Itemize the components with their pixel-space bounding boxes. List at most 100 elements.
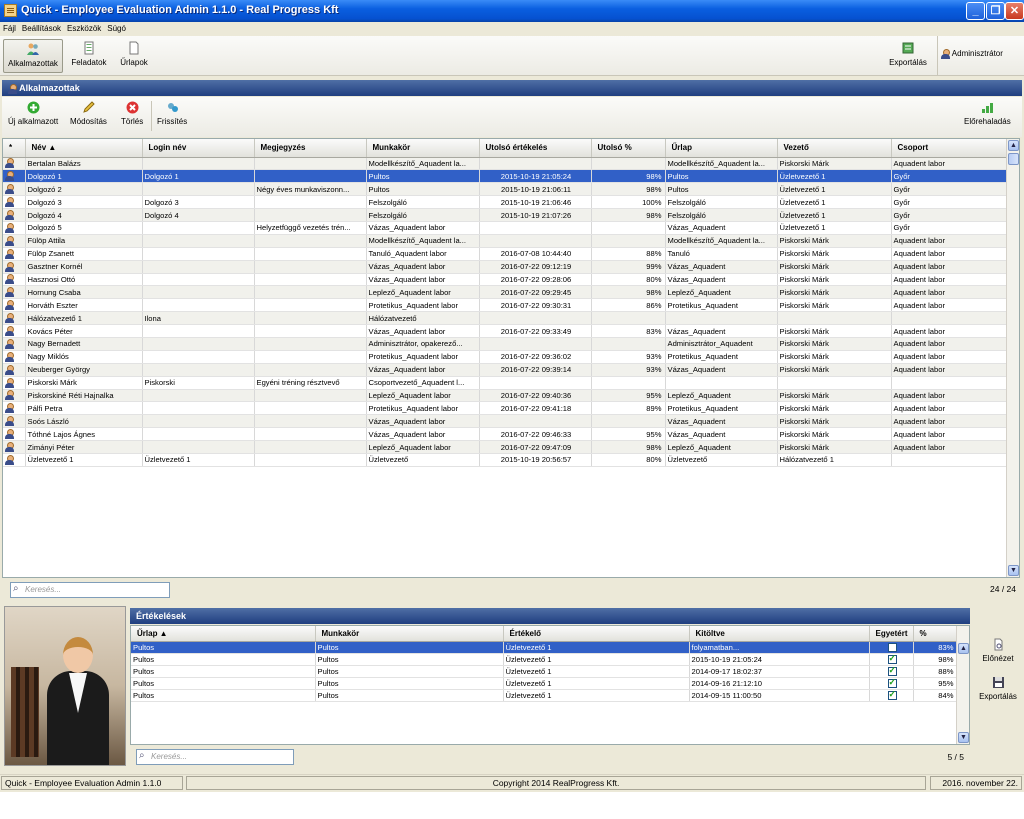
menu-settings[interactable]: Beállítások <box>19 22 64 36</box>
table-cell: 93% <box>591 350 666 364</box>
row-person-cell <box>3 414 26 429</box>
table-cell: Modellkészítő_Aquadent la... <box>366 157 480 171</box>
table-cell: Protetikus_Aquadent labor <box>366 401 480 416</box>
evaluations-col-header[interactable]: Munkakör <box>315 626 504 642</box>
delete-button[interactable]: Törlés <box>121 101 143 126</box>
table-row[interactable]: Pultos Pultos Üzletvezető 1 2014-09-15 11:0… <box>131 689 958 702</box>
table-row[interactable]: Hálózatvezető 1 Ilona Hálózatvezető <box>3 311 1008 326</box>
preview-button[interactable]: Előnézet <box>972 638 1024 663</box>
maximize-button[interactable]: ❐ <box>986 2 1005 20</box>
refresh-button[interactable]: Frissítés <box>157 101 187 126</box>
table-cell <box>254 337 367 351</box>
table-row[interactable]: Pultos Pultos Üzletvezető 1 2014-09-16 21:1… <box>131 677 958 690</box>
table-row[interactable]: Soós László Vázas_Aquadent labor Vázas_Aqu… <box>3 414 1008 429</box>
table-row[interactable]: Bertalan Balázs Modellkészítő_Aquadent la… <box>3 157 1008 171</box>
employees-col-header[interactable]: * <box>3 139 26 158</box>
menu-help[interactable]: Súgó <box>104 22 129 36</box>
tasks-button[interactable]: Feladatok <box>68 39 110 73</box>
employees-panel-header: Alkalmazottak <box>2 80 1022 96</box>
employees-col-header[interactable]: Vezető <box>777 139 892 158</box>
table-cell: Vázas_Aquadent labor <box>366 363 480 377</box>
table-row[interactable]: Piskorski Márk Piskorski Egyéni tréning ré… <box>3 376 1008 390</box>
table-cell: Vázas_Aquadent labor <box>366 427 480 442</box>
table-row[interactable]: Zimányi Péter Leplező_Aquadent labor 2016-… <box>3 440 1008 454</box>
evaluations-col-header[interactable]: Egyetért <box>869 626 914 642</box>
progress-button[interactable]: Előrehaladás <box>964 101 1011 126</box>
agree-checkbox[interactable] <box>887 642 897 652</box>
evaluations-col-header[interactable]: Kitöltve <box>689 626 870 642</box>
table-row[interactable]: Dolgozó 3 Dolgozó 3 Felszolgáló 2015-10-19 … <box>3 195 1008 210</box>
table-row[interactable]: Dolgozó 4 Dolgozó 4 Felszolgáló 2015-10-19 … <box>3 208 1008 222</box>
table-cell: 100% <box>591 195 666 210</box>
table-row[interactable]: Dolgozó 5 Helyzetfüggő vezetés trén... Váz… <box>3 221 1008 235</box>
table-row[interactable]: Nagy Bernadett Adminisztrátor, opakerező.… <box>3 337 1008 351</box>
export-button[interactable]: Exportálás <box>972 676 1024 701</box>
person-icon <box>5 197 14 208</box>
close-button[interactable]: ✕ <box>1005 2 1024 20</box>
table-row[interactable]: Pultos Pultos Üzletvezető 1 2015-10-19 21:0… <box>131 653 958 666</box>
row-person-cell <box>3 285 26 300</box>
table-row[interactable]: Fülöp Attila Modellkészítő_Aquadent la...… <box>3 234 1008 248</box>
eval-scroll-down-icon[interactable]: ▼ <box>958 732 969 743</box>
scroll-up-icon[interactable]: ▲ <box>1008 140 1019 151</box>
employees-col-header[interactable]: Utolsó értékelés <box>479 139 592 158</box>
table-row[interactable]: Fülöp Zsanett Tanuló_Aquadent labor 2016-0… <box>3 247 1008 261</box>
row-person-cell <box>3 182 26 197</box>
employees-col-header[interactable]: Űrlap <box>665 139 778 158</box>
table-row[interactable]: Pálfi Petra Protetikus_Aquadent labor 2016… <box>3 401 1008 416</box>
employees-scrollbar[interactable]: ▲ ▼ <box>1006 139 1019 577</box>
new-employee-button[interactable]: Új alkalmazott <box>8 101 58 126</box>
agree-checkbox[interactable] <box>887 653 897 664</box>
menu-file[interactable]: Fájl <box>0 22 19 36</box>
person-icon <box>5 338 14 349</box>
table-row[interactable]: Pultos Pultos Üzletvezető 1 folyamatban... 8… <box>131 641 958 654</box>
person-icon <box>5 351 14 362</box>
table-row[interactable]: Dolgozó 2 Négy éves munkaviszonn... Pultos… <box>3 182 1008 197</box>
employees-button[interactable]: Alkalmazottak <box>3 39 63 73</box>
scroll-down-icon[interactable]: ▼ <box>1008 565 1019 576</box>
table-cell: 2014-09-16 21:12:10 <box>689 677 870 690</box>
employees-col-header[interactable]: Utolsó % <box>591 139 666 158</box>
table-row[interactable]: Pultos Pultos Üzletvezető 1 2014-09-17 18:0… <box>131 665 958 678</box>
evaluations-col-header[interactable]: % <box>913 626 958 642</box>
evaluations-col-header[interactable]: Értékelő <box>503 626 690 642</box>
table-row[interactable]: Gasztner Kornél Vázas_Aquadent labor 2016-… <box>3 260 1008 274</box>
evaluations-search-input[interactable]: Keresés... <box>136 749 294 765</box>
table-row[interactable]: Dolgozó 1 Dolgozó 1 Pultos 2015-10-19 21:05… <box>3 169 1008 184</box>
table-cell <box>665 376 778 390</box>
employees-search-input[interactable]: Keresés... <box>10 582 170 598</box>
employees-col-header[interactable]: Login név <box>142 139 255 158</box>
employees-col-header[interactable]: Munkakör <box>366 139 480 158</box>
table-cell: Neuberger György <box>25 363 143 377</box>
table-cell: 98% <box>591 169 666 184</box>
table-row[interactable]: Piskorskiné Réti Hajnalka Leplező_Aquaden… <box>3 389 1008 403</box>
employees-col-header[interactable]: Megjegyzés <box>254 139 367 158</box>
agree-checkbox[interactable] <box>887 677 897 688</box>
forms-button[interactable]: Űrlapok <box>116 39 152 73</box>
admin-user[interactable]: Adminisztrátor <box>941 49 1003 59</box>
table-row[interactable]: Hornung Csaba Leplező_Aquadent labor 2016-… <box>3 285 1008 300</box>
table-row[interactable]: Neuberger György Vázas_Aquadent labor 2016… <box>3 363 1008 377</box>
scroll-thumb[interactable] <box>1008 153 1019 165</box>
edit-button[interactable]: Módosítás <box>70 101 107 126</box>
menu-tools[interactable]: Eszközök <box>64 22 104 36</box>
minimize-button[interactable]: _ <box>966 2 985 20</box>
table-row[interactable]: Kovács Péter Vázas_Aquadent labor 2016-07-… <box>3 324 1008 338</box>
evaluations-scrollbar[interactable]: ▲ ▼ <box>956 626 969 744</box>
table-cell: Aquadent labor <box>891 285 1008 300</box>
employees-col-header[interactable]: Csoport <box>891 139 1008 158</box>
export-top-button[interactable]: Exportálás <box>884 39 932 73</box>
table-row[interactable]: Horváth Eszter Protetikus_Aquadent labor 2… <box>3 298 1008 313</box>
table-row[interactable]: Hasznosi Ottó Vázas_Aquadent labor 2016-07… <box>3 273 1008 287</box>
employees-col-header[interactable]: Név ▲ <box>25 139 143 158</box>
edit-label: Módosítás <box>70 117 107 126</box>
table-cell: Piskorski Márk <box>777 234 892 248</box>
table-row[interactable]: Nagy Miklós Protetikus_Aquadent labor 2016… <box>3 350 1008 364</box>
table-row[interactable]: Tóthné Lajos Ágnes Vázas_Aquadent labor 20… <box>3 427 1008 442</box>
agree-checkbox[interactable] <box>887 665 897 676</box>
table-row[interactable]: Üzletvezető 1 Üzletvezető 1 Üzletvezető 201… <box>3 453 1008 467</box>
evaluations-col-header[interactable]: Űrlap ▲ <box>131 626 316 642</box>
eval-scroll-up-icon[interactable]: ▲ <box>958 643 969 654</box>
table-cell: Vázas_Aquadent <box>665 414 778 429</box>
agree-checkbox[interactable] <box>887 689 897 700</box>
